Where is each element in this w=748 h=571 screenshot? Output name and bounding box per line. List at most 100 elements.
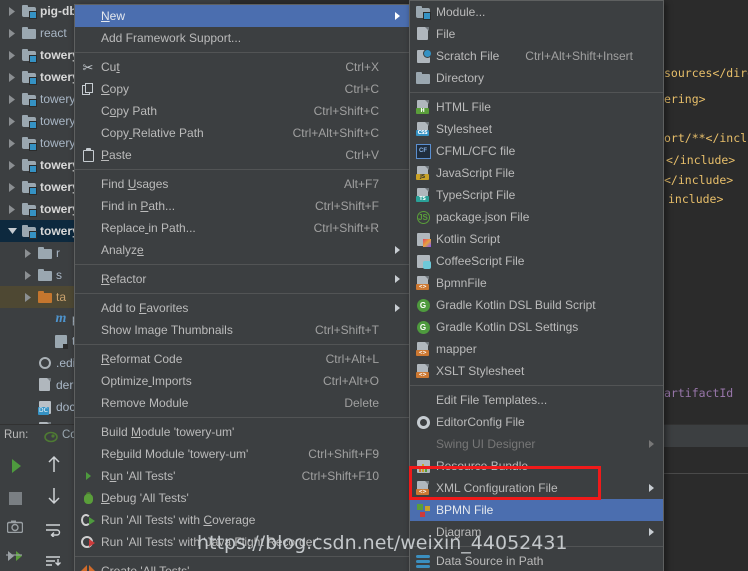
menu-item-icon-slot	[410, 232, 436, 247]
tree-item-label: ta	[56, 290, 67, 304]
menu-item-add-framework-support[interactable]: Add Framework Support...	[75, 27, 409, 49]
menu-item-show-image-thumbnails[interactable]: Show Image Thumbnails Ctrl+Shift+T	[75, 319, 409, 341]
menu-item-swing-ui-designer[interactable]: Swing UI Designer	[410, 433, 663, 455]
menu-item-file[interactable]: File	[410, 23, 663, 45]
menu-item-copy[interactable]: Copy Ctrl+C	[75, 78, 409, 100]
menu-item-shortcut: Ctrl+Alt+Shift+C	[292, 126, 379, 140]
menu-item-xml-configuration-file[interactable]: <> XML Configuration File	[410, 477, 663, 499]
chevron-right-icon[interactable]	[4, 138, 20, 148]
chevron-right-icon[interactable]	[4, 50, 20, 60]
menu-item-icon-slot	[410, 72, 436, 84]
menu-item-html-file[interactable]: H HTML File	[410, 96, 663, 118]
menu-item-directory[interactable]: Directory	[410, 67, 663, 89]
menu-item-icon-slot: <>	[410, 276, 436, 290]
menu-item-paste[interactable]: Paste Ctrl+V	[75, 144, 409, 166]
copy-icon	[82, 82, 94, 96]
menu-item-coffeescript-file[interactable]: CoffeeScript File	[410, 250, 663, 272]
menu-item-replace-in-path[interactable]: Replace in Path... Ctrl+Shift+R	[75, 217, 409, 239]
menu-item-remove-module[interactable]: Remove Module Delete	[75, 392, 409, 414]
chevron-right-icon[interactable]	[4, 160, 20, 170]
chevron-right-icon[interactable]	[4, 72, 20, 82]
menu-item-reformat-code[interactable]: Reformat Code Ctrl+Alt+L	[75, 348, 409, 370]
menu-item-optimize-imports[interactable]: Optimize Imports Ctrl+Alt+O	[75, 370, 409, 392]
menu-item-analyze[interactable]: Analyze	[75, 239, 409, 261]
run-toolbar[interactable]	[0, 448, 36, 571]
menu-item-icon-slot	[75, 432, 101, 433]
chevron-right-icon[interactable]	[20, 292, 36, 302]
scratch-file-icon	[416, 48, 432, 63]
menu-item-icon-slot: JS	[410, 210, 436, 224]
menu-item-xslt-stylesheet[interactable]: <> XSLT Stylesheet	[410, 360, 663, 382]
code-line: include>	[668, 192, 724, 206]
menu-item-create-all-tests[interactable]: Create 'All Tests'...	[75, 560, 409, 571]
menu-item-new[interactable]: New	[75, 5, 409, 27]
run-icon[interactable]	[6, 456, 26, 476]
menu-item-label: CFML/CFC file	[436, 144, 516, 158]
console-side-toolbar[interactable]	[36, 448, 76, 571]
menu-item-edit-file-templates[interactable]: Edit File Templates...	[410, 389, 663, 411]
menu-item-build-module-towery-um[interactable]: Build Module 'towery-um'	[75, 421, 409, 443]
menu-item-copy-relative-path[interactable]: Copy Relative Path Ctrl+Alt+Shift+C	[75, 122, 409, 144]
menu-item-bpmn-file[interactable]: BPMN File	[410, 499, 663, 521]
menu-item-package-json-file[interactable]: JS package.json File	[410, 206, 663, 228]
menu-item-find-in-path[interactable]: Find in Path... Ctrl+Shift+F	[75, 195, 409, 217]
chevron-right-icon[interactable]	[4, 28, 20, 38]
menu-item-gradle-kotlin-dsl-settings[interactable]: G Gradle Kotlin DSL Settings	[410, 316, 663, 338]
menu-item-shortcut: Ctrl+Shift+T	[314, 323, 379, 337]
menu-item-stylesheet[interactable]: CSS Stylesheet	[410, 118, 663, 140]
chevron-right-icon[interactable]	[4, 94, 20, 104]
resource-bundle-icon	[416, 459, 430, 473]
artifact-id-text: artifactId	[664, 386, 734, 400]
chevron-right-icon[interactable]	[20, 248, 36, 258]
menu-item-icon-slot: <>	[410, 481, 436, 495]
menu-item-shortcut: Ctrl+C	[344, 82, 379, 96]
chevron-down-icon[interactable]	[4, 227, 20, 235]
module-folder-icon	[21, 202, 37, 217]
menu-item-rebuild-module-towery-um[interactable]: Rebuild Module 'towery-um' Ctrl+Shift+F9	[75, 443, 409, 465]
menu-separator	[75, 293, 409, 294]
menu-item-debug-all-tests[interactable]: Debug 'All Tests'	[75, 487, 409, 509]
scroll-to-end-icon[interactable]	[43, 552, 63, 571]
menu-item-cut[interactable]: ✂ Cut Ctrl+X	[75, 56, 409, 78]
menu-item-typescript-file[interactable]: TS TypeScript File	[410, 184, 663, 206]
menu-item-icon-slot: <>	[410, 364, 436, 378]
scroll-down-icon[interactable]	[44, 486, 64, 506]
new-submenu[interactable]: Module... File Scratch File Ctrl+Alt+Shift+…	[409, 0, 664, 571]
folder-icon	[37, 247, 53, 259]
css-file-icon: CSS	[416, 122, 430, 136]
menu-item-resource-bundle[interactable]: Resource Bundle	[410, 455, 663, 477]
camera-icon[interactable]	[5, 516, 25, 536]
menu-item-label: Cut	[101, 60, 120, 74]
chevron-right-icon[interactable]	[4, 6, 20, 16]
scroll-up-icon[interactable]	[44, 454, 64, 474]
menu-item-javascript-file[interactable]: JS JavaScript File	[410, 162, 663, 184]
menu-item-label: Run 'All Tests'	[101, 469, 176, 483]
menu-item-add-to-favorites[interactable]: Add to Favorites	[75, 297, 409, 319]
menu-item-copy-path[interactable]: Copy Path Ctrl+Shift+C	[75, 100, 409, 122]
menu-item-gradle-kotlin-dsl-build-script[interactable]: G Gradle Kotlin DSL Build Script	[410, 294, 663, 316]
menu-item-bpmnfile[interactable]: <> BpmnFile	[410, 272, 663, 294]
menu-item-label: Scratch File	[436, 49, 500, 63]
chevron-right-icon[interactable]	[4, 182, 20, 192]
menu-item-cfml-cfc-file[interactable]: CF CFML/CFC file	[410, 140, 663, 162]
menu-item-run-all-tests-with-coverage[interactable]: Run 'All Tests' with Coverage	[75, 509, 409, 531]
menu-item-run-all-tests[interactable]: Run 'All Tests' Ctrl+Shift+F10	[75, 465, 409, 487]
chevron-right-icon[interactable]	[20, 270, 36, 280]
menu-item-editorconfig-file[interactable]: EditorConfig File	[410, 411, 663, 433]
menu-item-find-usages[interactable]: Find Usages Alt+F7	[75, 173, 409, 195]
menu-item-refactor[interactable]: Refactor	[75, 268, 409, 290]
menu-item-shortcut: Delete	[344, 396, 379, 410]
menu-item-kotlin-script[interactable]: Kotlin Script	[410, 228, 663, 250]
chevron-right-icon[interactable]	[4, 116, 20, 126]
menu-item-scratch-file[interactable]: Scratch File Ctrl+Alt+Shift+Insert	[410, 45, 663, 67]
tree-item-label: react	[40, 26, 67, 40]
stop-icon[interactable]	[5, 488, 25, 508]
rerun-failed-tests-icon[interactable]	[4, 546, 24, 566]
run-label: Run:	[4, 429, 29, 441]
tree-item-icon-slot: m	[52, 312, 70, 326]
context-menu[interactable]: New Add Framework Support... ✂ Cut Ctrl+X Cop…	[74, 4, 410, 571]
menu-item-mapper[interactable]: <> mapper	[410, 338, 663, 360]
menu-item-module[interactable]: Module...	[410, 1, 663, 23]
chevron-right-icon[interactable]	[4, 204, 20, 214]
soft-wrap-icon[interactable]	[43, 520, 63, 540]
